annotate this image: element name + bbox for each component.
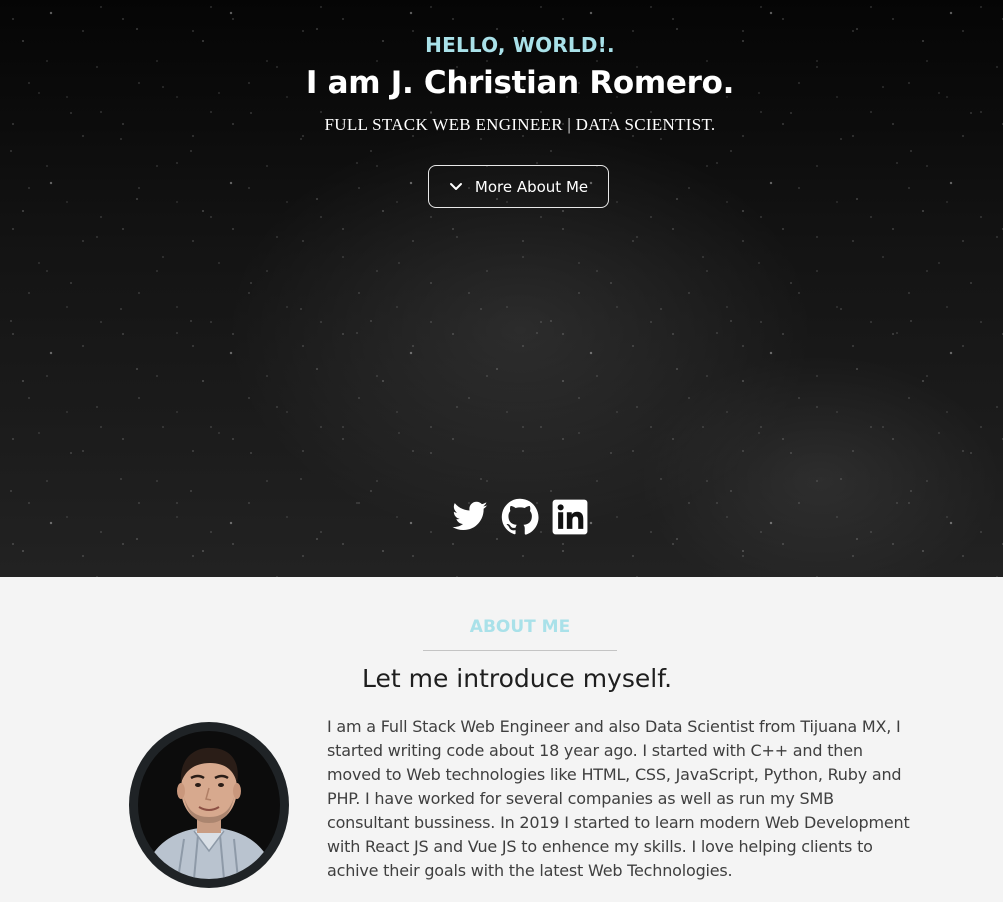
hero-section: HELLO, WORLD!. I am J. Christian Romero.… bbox=[0, 0, 1003, 577]
profile-photo bbox=[138, 731, 280, 879]
about-description: I am a Full Stack Web Engineer and also … bbox=[327, 717, 910, 880]
avatar bbox=[129, 722, 289, 888]
more-about-me-label: More About Me bbox=[474, 177, 589, 196]
hero-greeting: HELLO, WORLD!. bbox=[425, 33, 615, 57]
hero-subtitle: FULL STACK WEB ENGINEER | DATA SCIENTIST… bbox=[324, 115, 716, 134]
twitter-icon[interactable] bbox=[451, 498, 489, 540]
about-divider bbox=[423, 650, 617, 651]
github-icon[interactable] bbox=[501, 498, 539, 540]
linkedin-icon[interactable] bbox=[551, 498, 589, 540]
social-links bbox=[451, 498, 589, 540]
about-label: ABOUT ME bbox=[469, 617, 571, 637]
about-heading: Let me introduce myself. bbox=[362, 664, 673, 693]
hero-name: I am J. Christian Romero. bbox=[305, 65, 735, 101]
about-section: ABOUT ME Let me introduce myself. I am a… bbox=[0, 577, 1003, 902]
chevron-down-icon bbox=[449, 182, 463, 192]
more-about-me-button[interactable]: More About Me bbox=[428, 165, 609, 208]
